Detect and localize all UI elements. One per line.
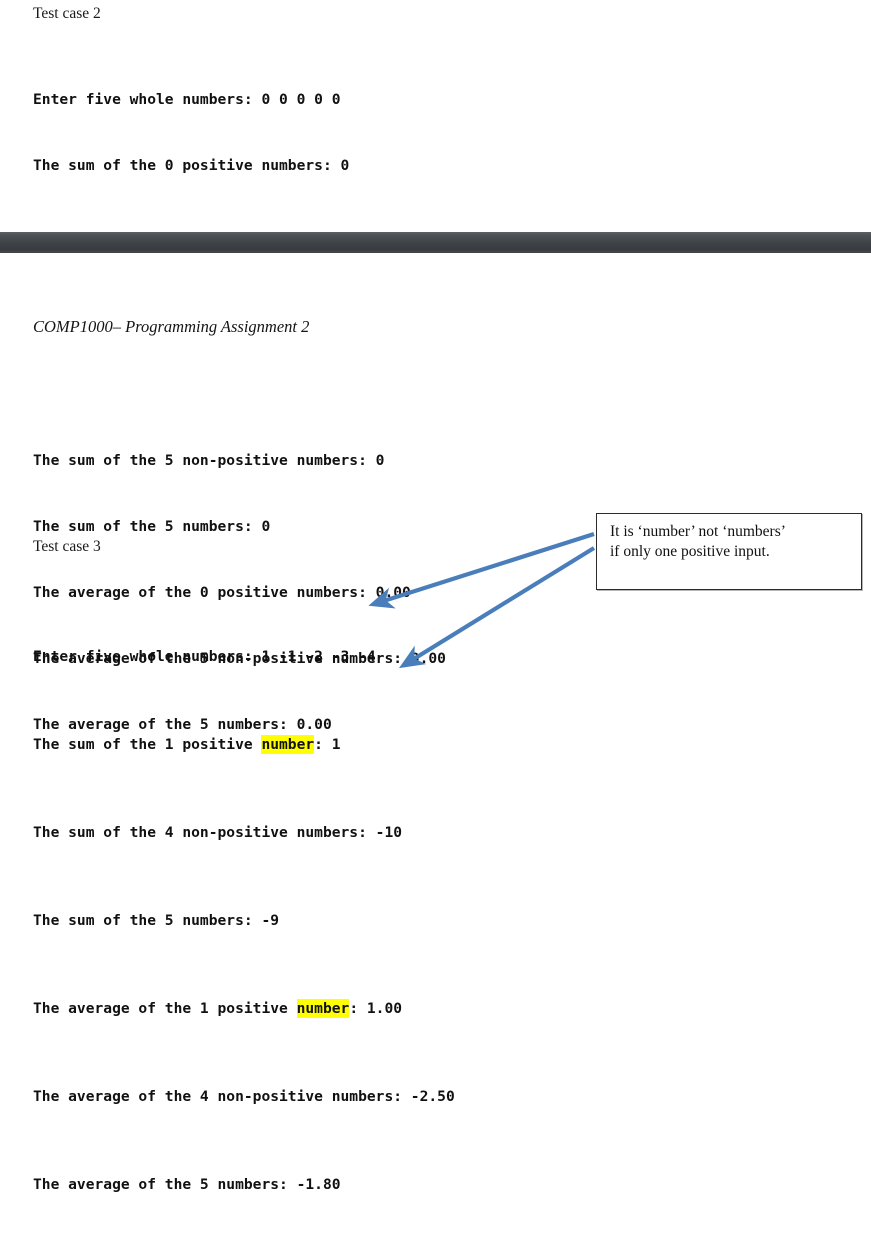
annotation-line-1: It is ‘number’ not ‘numbers’: [610, 523, 786, 540]
page-separator-bar: [0, 232, 871, 253]
console-line-sum-all: The sum of the 5 numbers: -9: [33, 912, 280, 929]
console-line-input: Enter five whole numbers: 1 -1 -2 -3 -4: [33, 648, 376, 665]
annotation-line-2: if only one positive input.: [610, 543, 770, 560]
line-text-after-highlight: : 1: [314, 736, 341, 753]
annotation-callout-box: It is ‘number’ not ‘numbers’ if only one…: [596, 513, 862, 590]
test-case-3-label: Test case 3: [33, 538, 101, 555]
line-text-before-highlight: The sum of the 1 positive: [33, 736, 262, 753]
console-line-avg-nonpositive: The average of the 4 non-positive number…: [33, 1088, 455, 1105]
console-line-sum-nonpositive: The sum of the 4 non-positive numbers: -…: [33, 824, 403, 841]
highlighted-word-number: number: [261, 735, 315, 754]
annotation-callout-text: It is ‘number’ not ‘numbers’ if only one…: [610, 522, 851, 562]
line-text-after-highlight: : 1.00: [349, 1000, 403, 1017]
highlighted-word-number: number: [296, 999, 350, 1018]
test-case-3-console-output: Enter five whole numbers: 1 -1 -2 -3 -4 …: [33, 580, 455, 1240]
console-line-avg-all: The average of the 5 numbers: -1.80: [33, 1176, 341, 1193]
line-text-before-highlight: The average of the 1 positive: [33, 1000, 297, 1017]
console-line: Enter five whole numbers: 0 0 0 0 0: [33, 91, 341, 108]
console-line: The sum of the 5 non-positive numbers: 0: [33, 452, 385, 469]
console-line: The sum of the 0 positive numbers: 0: [33, 157, 350, 174]
test-case-2-label: Test case 2: [33, 5, 101, 22]
console-line-sum-positive: The sum of the 1 positive number: 1: [33, 734, 455, 756]
document-page: Test case 2 Enter five whole numbers: 0 …: [0, 0, 871, 1193]
console-line: The sum of the 5 numbers: 0: [33, 518, 271, 535]
console-line-avg-positive: The average of the 1 positive number: 1.…: [33, 998, 455, 1020]
test-case-2-console-output: Enter five whole numbers: 0 0 0 0 0 The …: [33, 45, 349, 221]
assignment-heading: COMP1000– Programming Assignment 2: [33, 317, 310, 336]
